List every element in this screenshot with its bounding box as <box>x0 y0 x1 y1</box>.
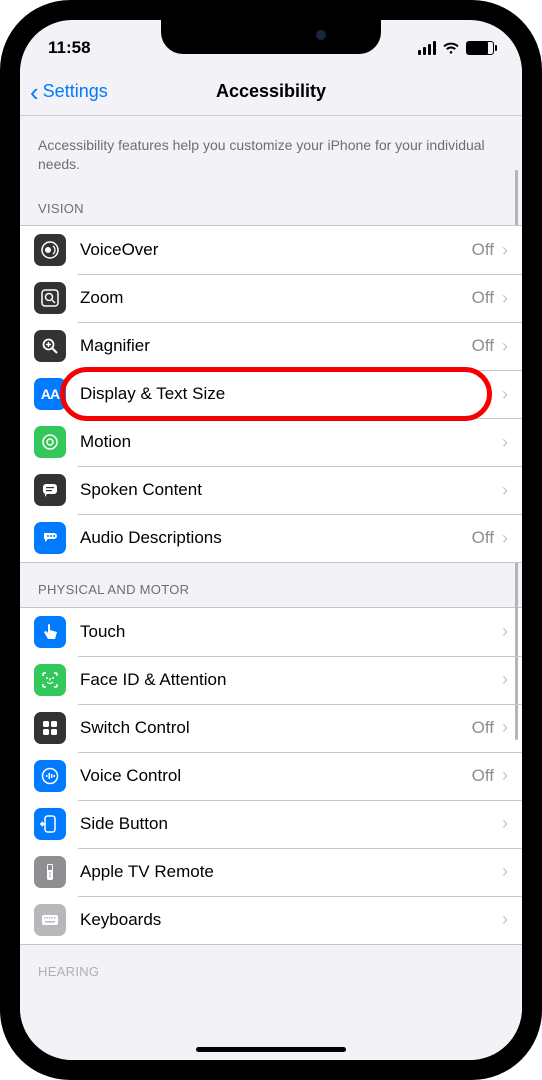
chevron-right-icon: › <box>502 528 508 549</box>
magnifier-icon <box>34 330 66 362</box>
row-label: Voice Control <box>80 766 472 786</box>
wifi-icon <box>442 41 460 55</box>
back-button[interactable]: ‹ Settings <box>20 79 108 105</box>
row-magnifier[interactable]: Magnifier Off › <box>20 322 522 370</box>
chevron-left-icon: ‹ <box>30 79 39 105</box>
row-label: Side Button <box>80 814 494 834</box>
volume-up-button <box>0 220 3 280</box>
navigation-bar: ‹ Settings Accessibility <box>20 68 522 116</box>
row-side-button[interactable]: Side Button › <box>20 800 522 848</box>
row-motion[interactable]: Motion › <box>20 418 522 466</box>
row-label: Keyboards <box>80 910 494 930</box>
chevron-right-icon: › <box>502 240 508 261</box>
face-id-icon <box>34 664 66 696</box>
row-detail: Off <box>472 336 494 356</box>
row-label: Zoom <box>80 288 472 308</box>
chevron-right-icon: › <box>502 336 508 357</box>
chevron-right-icon: › <box>502 909 508 930</box>
back-label: Settings <box>43 81 108 102</box>
row-face-id[interactable]: Face ID & Attention › <box>20 656 522 704</box>
home-indicator[interactable] <box>196 1047 346 1052</box>
section-header-physical: PHYSICAL AND MOTOR <box>20 563 522 607</box>
chevron-right-icon: › <box>502 861 508 882</box>
motion-icon <box>34 426 66 458</box>
switch-control-icon <box>34 712 66 744</box>
volume-down-button <box>0 300 3 360</box>
audio-descriptions-icon <box>34 522 66 554</box>
row-label: Switch Control <box>80 718 472 738</box>
row-zoom[interactable]: Zoom Off › <box>20 274 522 322</box>
row-apple-tv-remote[interactable]: Apple TV Remote › <box>20 848 522 896</box>
chevron-right-icon: › <box>502 432 508 453</box>
voiceover-icon <box>34 234 66 266</box>
chevron-right-icon: › <box>502 384 508 405</box>
phone-frame: 11:58 ‹ Settings Accessibility Accessibi… <box>0 0 542 1080</box>
group-physical: Touch › Face ID & Attention › Switch Con… <box>20 607 522 945</box>
notch <box>161 20 381 54</box>
keyboards-icon <box>34 904 66 936</box>
chevron-right-icon: › <box>502 480 508 501</box>
status-indicators <box>418 41 494 55</box>
chevron-right-icon: › <box>502 765 508 786</box>
row-switch-control[interactable]: Switch Control Off › <box>20 704 522 752</box>
chevron-right-icon: › <box>502 288 508 309</box>
row-display-text-size[interactable]: AA Display & Text Size › <box>20 370 522 418</box>
row-label: Magnifier <box>80 336 472 356</box>
row-label: Spoken Content <box>80 480 494 500</box>
row-detail: Off <box>472 288 494 308</box>
chevron-right-icon: › <box>502 669 508 690</box>
section-header-hearing: HEARING <box>20 945 522 989</box>
content-scroll[interactable]: Accessibility features help you customiz… <box>20 116 522 1060</box>
zoom-icon <box>34 282 66 314</box>
row-label: Audio Descriptions <box>80 528 472 548</box>
group-vision: VoiceOver Off › Zoom Off › Magnifier Off… <box>20 225 522 563</box>
row-audio-descriptions[interactable]: Audio Descriptions Off › <box>20 514 522 562</box>
row-label: VoiceOver <box>80 240 472 260</box>
row-touch[interactable]: Touch › <box>20 608 522 656</box>
row-detail: Off <box>472 718 494 738</box>
battery-icon <box>466 41 494 55</box>
row-voice-control[interactable]: Voice Control Off › <box>20 752 522 800</box>
row-label: Display & Text Size <box>80 384 494 404</box>
voice-control-icon <box>34 760 66 792</box>
chevron-right-icon: › <box>502 813 508 834</box>
touch-icon <box>34 616 66 648</box>
screen: 11:58 ‹ Settings Accessibility Accessibi… <box>20 20 522 1060</box>
row-voiceover[interactable]: VoiceOver Off › <box>20 226 522 274</box>
mute-switch <box>0 160 3 190</box>
spoken-content-icon <box>34 474 66 506</box>
row-keyboards[interactable]: Keyboards › <box>20 896 522 944</box>
intro-text: Accessibility features help you customiz… <box>20 116 522 182</box>
row-label: Motion <box>80 432 494 452</box>
cellular-signal-icon <box>418 41 436 55</box>
apple-tv-remote-icon <box>34 856 66 888</box>
row-detail: Off <box>472 766 494 786</box>
row-label: Touch <box>80 622 494 642</box>
row-detail: Off <box>472 528 494 548</box>
chevron-right-icon: › <box>502 717 508 738</box>
status-time: 11:58 <box>48 38 91 58</box>
side-button-icon <box>34 808 66 840</box>
row-spoken-content[interactable]: Spoken Content › <box>20 466 522 514</box>
text-size-icon: AA <box>34 378 66 410</box>
row-detail: Off <box>472 240 494 260</box>
row-label: Apple TV Remote <box>80 862 494 882</box>
section-header-vision: VISION <box>20 182 522 226</box>
row-label: Face ID & Attention <box>80 670 494 690</box>
chevron-right-icon: › <box>502 621 508 642</box>
